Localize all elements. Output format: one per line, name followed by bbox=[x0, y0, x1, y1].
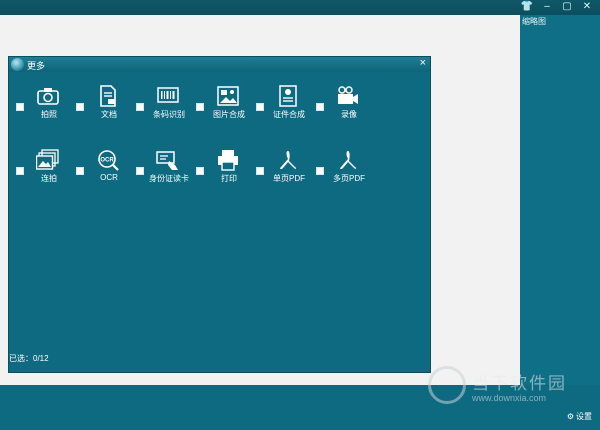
tool-checkbox[interactable] bbox=[256, 167, 264, 175]
tool-id-card-reader[interactable]: 身份证读卡 bbox=[136, 149, 196, 189]
id-card-reader-icon bbox=[156, 151, 178, 170]
bottom-bar: ⚙ 设置 bbox=[0, 385, 600, 430]
tool-burst[interactable]: 连拍 bbox=[16, 149, 76, 189]
dialog-title: 更多 bbox=[27, 61, 46, 71]
close-button[interactable]: ✕ bbox=[580, 1, 594, 13]
burst-icon bbox=[36, 149, 59, 170]
tool-checkbox[interactable] bbox=[76, 103, 84, 111]
tool-checkbox[interactable] bbox=[316, 103, 324, 111]
tool-image-merge[interactable]: 图片合成 bbox=[196, 85, 256, 125]
tool-video[interactable]: 录像 bbox=[316, 85, 376, 125]
image-merge-icon bbox=[217, 86, 239, 106]
tool-label: 录像 bbox=[341, 110, 357, 119]
tool-barcode[interactable]: 条码识别 bbox=[136, 85, 196, 125]
tool-label: 文档 bbox=[101, 110, 117, 119]
tool-checkbox[interactable] bbox=[256, 103, 264, 111]
camera-icon bbox=[37, 88, 59, 105]
tool-label: 多页PDF bbox=[333, 174, 365, 183]
selected-count: 已选：0/12 bbox=[9, 354, 49, 363]
window-controls: 👕 – ▢ ✕ bbox=[520, 1, 594, 13]
tool-label: 拍照 bbox=[41, 110, 57, 119]
tool-checkbox[interactable] bbox=[136, 103, 144, 111]
tool-checkbox[interactable] bbox=[196, 103, 204, 111]
document-icon bbox=[100, 85, 116, 107]
tool-label: 证件合成 bbox=[273, 110, 305, 119]
svg-text:OCR: OCR bbox=[100, 158, 114, 164]
more-dialog: 更多 × 拍照 文档 条码识别 图片合成 证件合成 录像 连拍 OCR OCR … bbox=[8, 56, 431, 373]
tool-document[interactable]: 文档 bbox=[76, 85, 136, 125]
tool-id-merge[interactable]: 证件合成 bbox=[256, 85, 316, 125]
tool-label: OCR bbox=[100, 173, 118, 182]
minimize-button[interactable]: – bbox=[540, 1, 554, 13]
skin-icon[interactable]: 👕 bbox=[520, 1, 534, 13]
tool-label: 图片合成 bbox=[213, 110, 245, 119]
tool-checkbox[interactable] bbox=[16, 103, 24, 111]
pdf-icon bbox=[280, 151, 297, 170]
tool-label: 连拍 bbox=[41, 174, 57, 183]
tool-checkbox[interactable] bbox=[196, 167, 204, 175]
pdf-icon bbox=[340, 151, 357, 170]
tool-checkbox[interactable] bbox=[316, 167, 324, 175]
tool-print[interactable]: 打印 bbox=[196, 149, 256, 189]
video-icon bbox=[338, 86, 358, 104]
barcode-icon bbox=[157, 87, 179, 103]
tool-checkbox[interactable] bbox=[16, 167, 24, 175]
tool-label: 单页PDF bbox=[273, 174, 305, 183]
title-bar: 👕 – ▢ ✕ bbox=[0, 0, 600, 15]
dialog-close-button[interactable]: × bbox=[420, 57, 426, 69]
tool-ocr[interactable]: OCR OCR bbox=[76, 149, 136, 189]
tool-single-pdf[interactable]: 单页PDF bbox=[256, 149, 316, 189]
gear-icon: ⚙ bbox=[566, 412, 574, 421]
printer-icon bbox=[218, 150, 238, 171]
app-logo-icon bbox=[11, 58, 24, 71]
settings-label: 设置 bbox=[576, 412, 592, 421]
thumbnail-panel: 缩略图 bbox=[520, 15, 600, 385]
maximize-button[interactable]: ▢ bbox=[560, 1, 574, 13]
ocr-icon: OCR bbox=[98, 150, 119, 171]
tool-camera[interactable]: 拍照 bbox=[16, 85, 76, 125]
tool-label: 条码识别 bbox=[153, 110, 185, 119]
tool-label: 身份证读卡 bbox=[149, 174, 189, 183]
tool-label: 打印 bbox=[221, 174, 237, 183]
tool-checkbox[interactable] bbox=[136, 167, 144, 175]
settings-button[interactable]: ⚙ 设置 bbox=[567, 411, 592, 422]
tool-multi-pdf[interactable]: 多页PDF bbox=[316, 149, 376, 189]
dialog-titlebar: 更多 × bbox=[9, 57, 430, 72]
tool-checkbox[interactable] bbox=[76, 167, 84, 175]
id-merge-icon bbox=[279, 85, 297, 107]
thumbnail-title: 缩略图 bbox=[522, 17, 546, 26]
